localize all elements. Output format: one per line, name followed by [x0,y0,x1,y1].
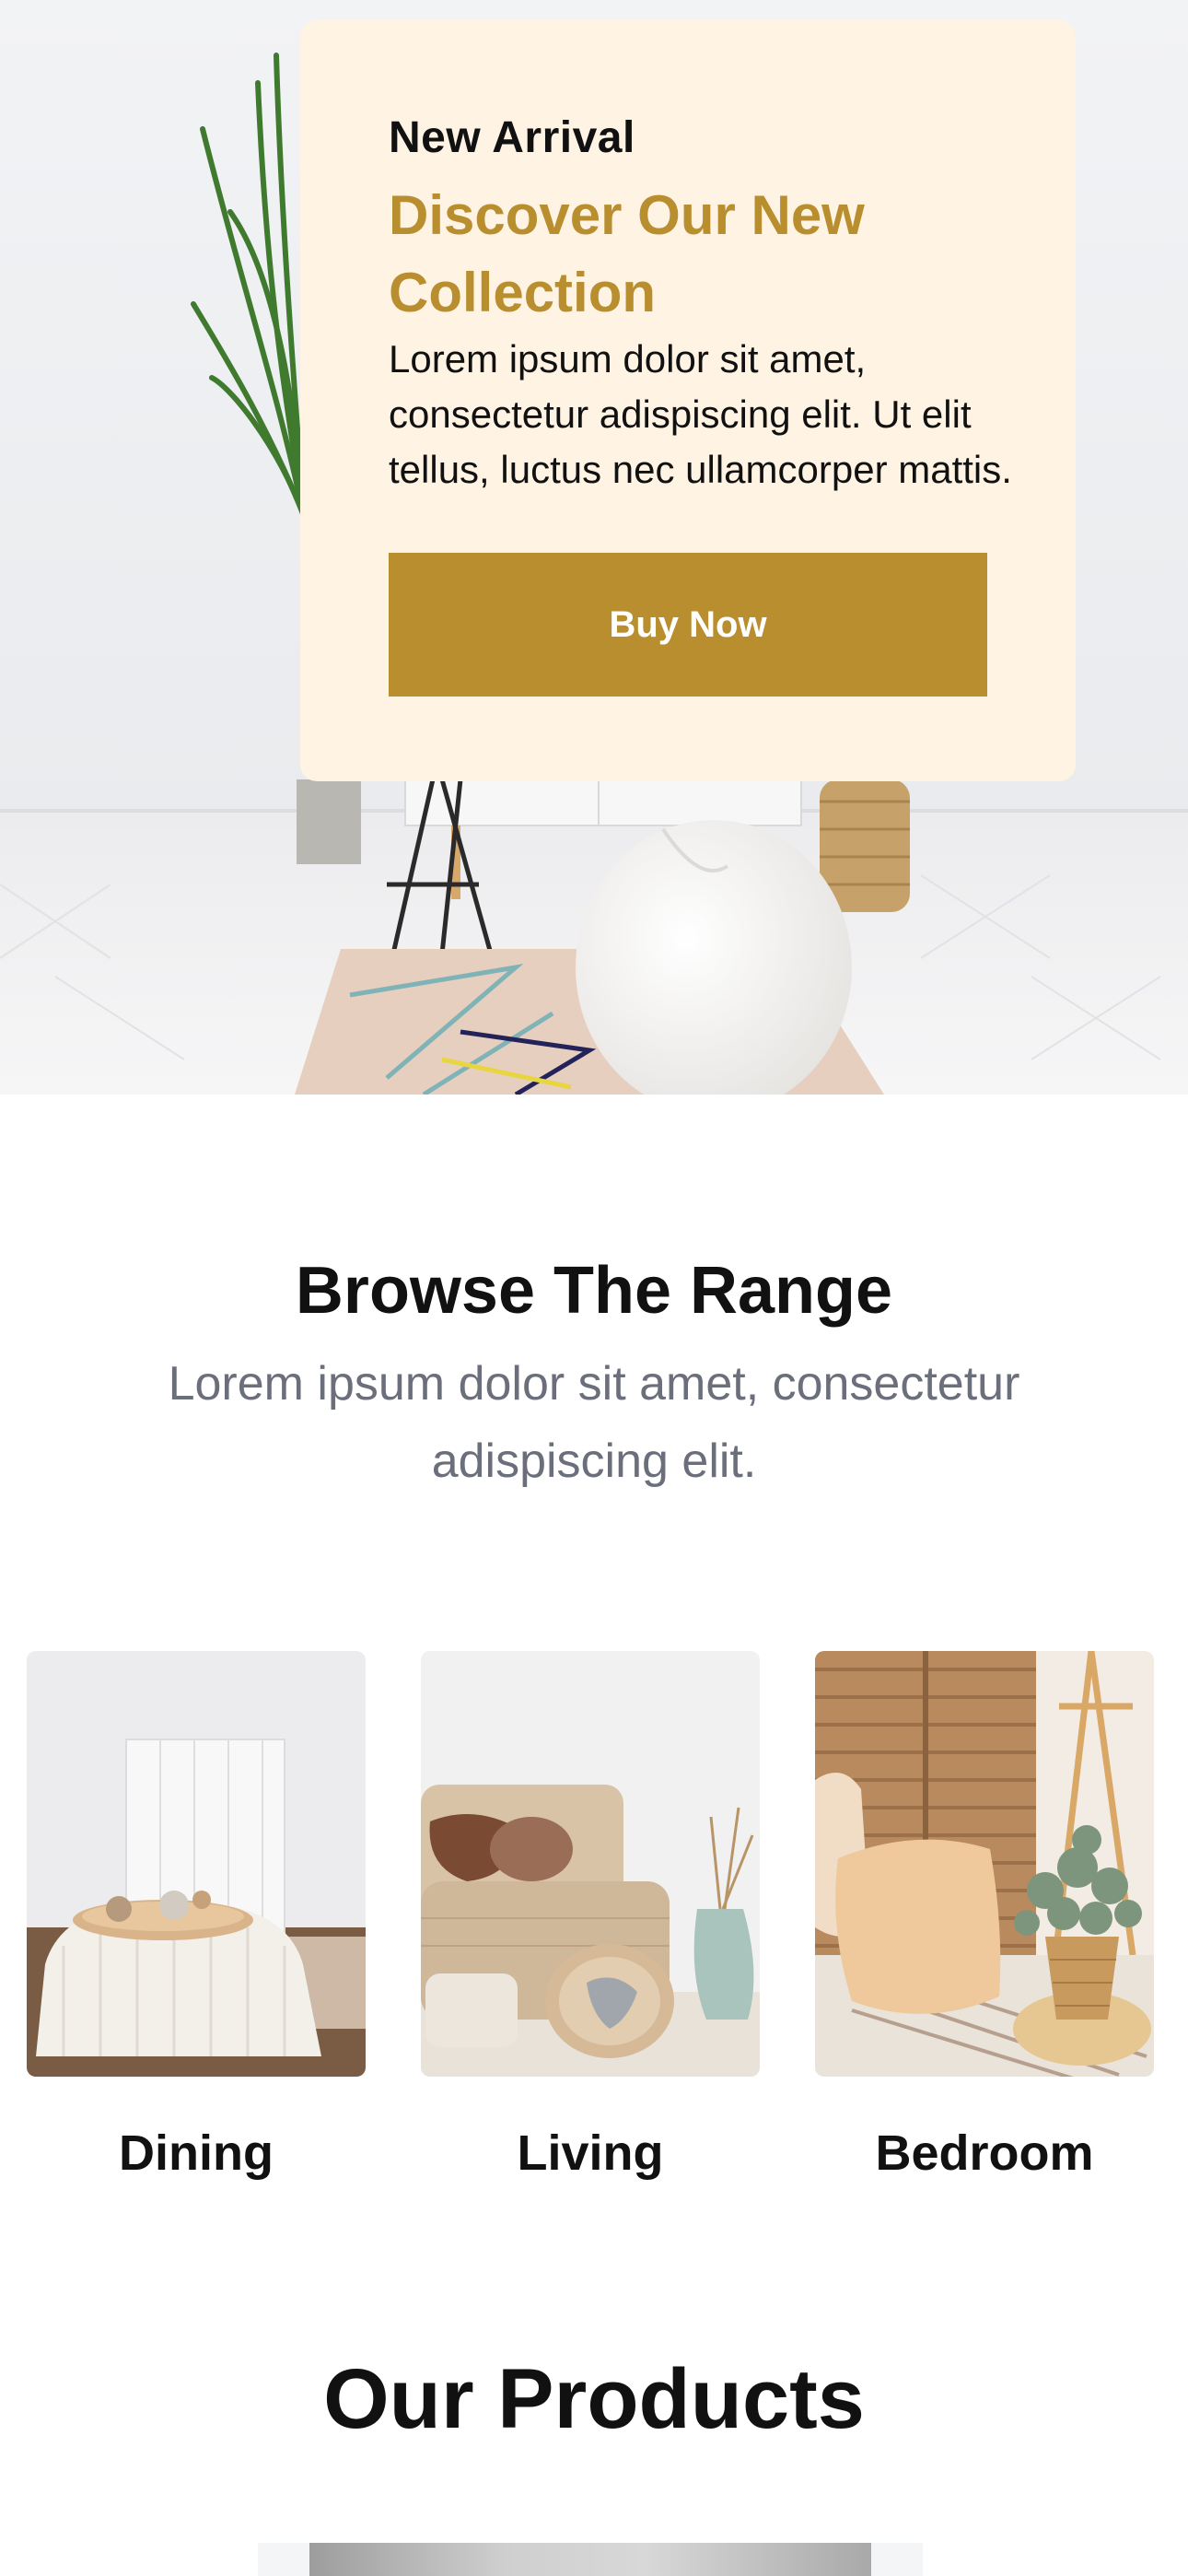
product-image [309,2543,871,2576]
category-card-bedroom[interactable] [815,1651,1154,2077]
living-image [421,1651,760,2077]
category-label-bedroom[interactable]: Bedroom [815,2125,1154,2182]
buy-now-button[interactable]: Buy Now [389,553,987,697]
hero-promo-card: New Arrival Discover Our New Collection … [300,20,1076,781]
browse-section-subtitle: Lorem ipsum dolor sit amet, consectetur … [168,1357,1020,1488]
product-card[interactable] [258,2543,923,2576]
category-label-dining[interactable]: Dining [27,2125,366,2182]
hero-title: Discover Our New Collection [389,184,865,323]
category-label-living[interactable]: Living [421,2125,760,2182]
hero-eyebrow: New Arrival [389,113,635,162]
browse-section-title: Browse The Range [295,1254,893,1328]
category-card-living[interactable] [421,1651,760,2077]
hero-description: Lorem ipsum dolor sit amet, consectetur … [389,337,1012,491]
dining-image [27,1651,366,2077]
products-section-title: Our Products [323,2352,865,2446]
hero-section: New Arrival Discover Our New Collection … [0,0,1188,1095]
bedroom-image [815,1651,1154,2077]
category-card-dining[interactable] [27,1651,366,2077]
page: New Arrival Discover Our New Collection … [0,0,1188,2576]
